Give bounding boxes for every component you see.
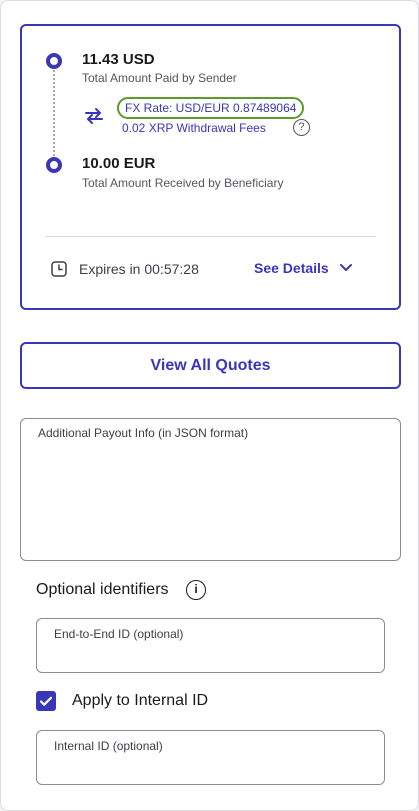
end-to-end-id-label: End-to-End ID (optional) (54, 627, 184, 641)
timeline-dot-sender (46, 53, 62, 69)
help-icon[interactable]: ? (293, 119, 310, 136)
checkmark-icon (39, 696, 53, 706)
beneficiary-amount-label: Total Amount Received by Beneficiary (82, 176, 284, 190)
clock-icon (51, 261, 67, 277)
quote-panel: 11.43 USD Total Amount Paid by Sender FX… (0, 0, 419, 811)
internal-id-field[interactable]: Internal ID (optional) (36, 730, 385, 785)
info-icon[interactable]: i (186, 580, 206, 600)
chevron-down-icon (339, 264, 352, 271)
expiry-timer: Expires in 00:57:28 (79, 261, 199, 277)
sender-amount-label: Total Amount Paid by Sender (82, 71, 237, 85)
internal-id-label: Internal ID (optional) (54, 739, 163, 753)
sender-amount: 11.43 USD (82, 51, 155, 68)
withdrawal-fees: 0.02 XRP Withdrawal Fees (122, 121, 266, 135)
timeline-connector (53, 70, 55, 156)
fx-rate: FX Rate: USD/EUR 0.87489064 (117, 97, 305, 119)
swap-icon (85, 108, 103, 124)
view-all-quotes-button[interactable]: View All Quotes (20, 342, 401, 389)
payout-info-label: Additional Payout Info (in JSON format) (38, 426, 249, 440)
timeline-dot-beneficiary (46, 157, 62, 173)
divider (46, 236, 376, 237)
apply-internal-id-checkbox[interactable] (36, 691, 56, 711)
end-to-end-id-field[interactable]: End-to-End ID (optional) (36, 618, 385, 673)
see-details-button[interactable]: See Details (254, 260, 353, 276)
payout-info-input[interactable] (31, 445, 389, 553)
end-to-end-id-input[interactable] (53, 645, 373, 667)
internal-id-input[interactable] (53, 757, 373, 779)
see-details-label: See Details (254, 260, 329, 276)
payout-info-field[interactable]: Additional Payout Info (in JSON format) (20, 418, 401, 561)
apply-internal-id-label: Apply to Internal ID (72, 692, 209, 709)
optional-identifiers-title: Optional identifiers (36, 581, 169, 598)
quote-card: 11.43 USD Total Amount Paid by Sender FX… (20, 24, 401, 310)
beneficiary-amount: 10.00 EUR (82, 155, 156, 172)
